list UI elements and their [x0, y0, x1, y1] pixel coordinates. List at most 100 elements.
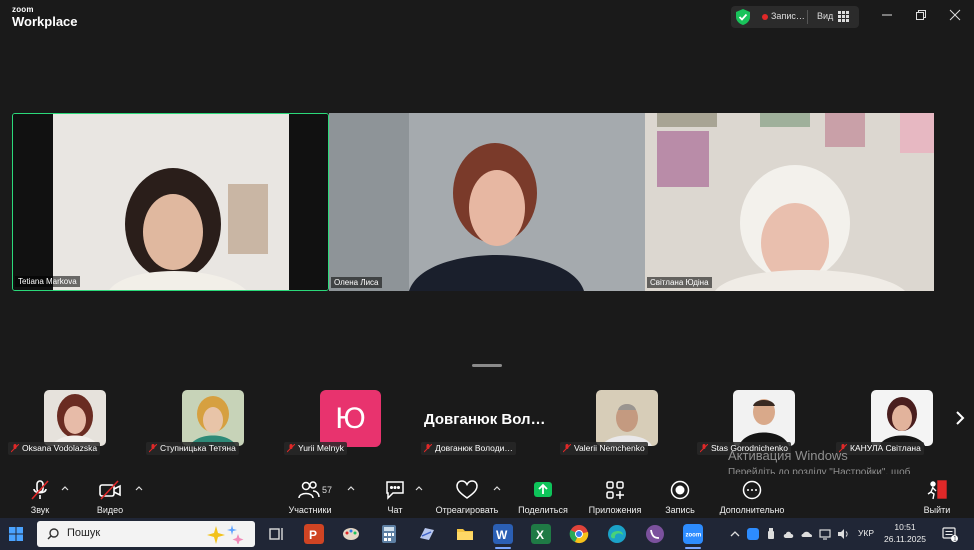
chevron-right-icon[interactable]: [954, 410, 966, 426]
chrome-icon[interactable]: [569, 524, 589, 544]
powerpoint-icon[interactable]: P: [304, 524, 324, 544]
app-icon[interactable]: [417, 524, 437, 544]
svg-text:X: X: [536, 528, 544, 542]
mic-muted-icon: [563, 444, 571, 453]
minimize-icon[interactable]: [880, 8, 894, 22]
video-tile-active-speaker[interactable]: Tetiana Markova: [12, 113, 329, 291]
participant-name-no-video[interactable]: Довганюк Вол…: [424, 411, 546, 428]
mic-muted-icon: [287, 444, 295, 453]
network-icon[interactable]: [819, 528, 831, 540]
zoom-app-icon[interactable]: zoom: [683, 524, 703, 544]
search-placeholder: Пошук: [67, 527, 101, 539]
thumbnail-name-label: Ступницька Тетяна: [146, 442, 239, 455]
participant-video: [596, 390, 658, 446]
thumbnail-name-label: Valerii Nemchenko: [560, 442, 648, 455]
video-button[interactable]: Видео: [93, 480, 127, 515]
share-screen-icon: [534, 482, 552, 497]
thumbnail-name-label: Oksana Vodolazska: [8, 442, 101, 455]
more-button[interactable]: Дополнительно: [716, 480, 788, 515]
onedrive-icon[interactable]: [801, 528, 813, 540]
participant-video: [13, 114, 328, 290]
meeting-status-pill: Запис… Вид: [731, 6, 859, 28]
excel-icon[interactable]: X: [531, 524, 551, 544]
chevron-up-icon[interactable]: [61, 485, 69, 491]
chevron-up-icon[interactable]: [493, 485, 501, 491]
viber-icon[interactable]: [645, 524, 665, 544]
system-clock[interactable]: 10:51 26.11.2025: [880, 521, 930, 545]
word-icon[interactable]: W: [493, 524, 513, 544]
taskbar-search[interactable]: Пошук: [37, 521, 255, 547]
leave-button[interactable]: Выйти: [921, 480, 953, 515]
apps-button[interactable]: Приложения: [585, 480, 645, 515]
recording-label[interactable]: Запис…: [771, 11, 805, 21]
security-shield-icon[interactable]: [736, 9, 750, 25]
mic-muted-icon: [149, 444, 157, 453]
restore-icon[interactable]: [914, 8, 928, 22]
notifications-icon[interactable]: 1: [942, 526, 958, 542]
video-tile[interactable]: Світлана Юдіна: [645, 113, 934, 291]
participant-video: [329, 113, 645, 291]
participant-name-label: Олена Лиса: [331, 277, 382, 288]
meeting-toolbar: Звук Видео Участники 57 Чат Отреагироват…: [0, 474, 974, 518]
mic-muted-icon: [424, 444, 432, 453]
participants-icon: [298, 481, 320, 499]
share-button[interactable]: Поделиться: [516, 480, 570, 515]
windows-start-icon[interactable]: [9, 527, 23, 541]
participant-video: [733, 390, 795, 446]
react-button[interactable]: Отреагировать: [433, 480, 501, 515]
zoom-tray-icon[interactable]: [747, 528, 759, 540]
windows-taskbar: Пошук P W X zoom УКР 10:51 26.11.2025 1: [0, 518, 974, 550]
video-tile[interactable]: Олена Лиса: [329, 113, 645, 291]
chevron-up-icon[interactable]: [729, 528, 741, 540]
resize-handle[interactable]: [472, 364, 502, 367]
title-bar: zoom Workplace Запис… Вид: [0, 0, 974, 34]
participant-video: [44, 390, 106, 446]
usb-icon[interactable]: [765, 528, 777, 540]
paint-icon[interactable]: [341, 524, 361, 544]
participant-video: [182, 390, 244, 446]
mic-muted-icon: [31, 480, 49, 500]
participant-name-label: Tetiana Markova: [15, 276, 80, 287]
clock-date: 26.11.2025: [884, 534, 926, 544]
svg-text:W: W: [496, 528, 508, 542]
input-language[interactable]: УКР: [858, 528, 874, 538]
divider: [807, 10, 808, 24]
audio-button[interactable]: Звук: [25, 480, 55, 515]
task-view-icon[interactable]: [266, 524, 286, 544]
thumbnail-video[interactable]: [596, 390, 658, 446]
leave-icon: [927, 480, 947, 500]
calculator-icon[interactable]: [379, 524, 399, 544]
recording-dot-icon: [762, 14, 768, 20]
thumbnail-video[interactable]: [182, 390, 244, 446]
camera-off-icon: [99, 480, 121, 500]
avatar-initial[interactable]: Ю: [320, 390, 381, 447]
apps-icon: [606, 481, 624, 499]
grid-view-icon[interactable]: [838, 11, 849, 22]
thumbnail-name-label: Довганюк Володи…: [421, 442, 516, 455]
speaker-icon[interactable]: [837, 528, 849, 540]
zoom-logo: zoom Workplace: [12, 6, 78, 29]
participant-video: [871, 390, 933, 446]
record-button[interactable]: Запись: [661, 480, 699, 515]
mic-muted-icon: [11, 444, 19, 453]
thumbnail-video[interactable]: [733, 390, 795, 446]
chevron-up-icon[interactable]: [415, 485, 423, 491]
record-icon: [670, 480, 690, 500]
chevron-up-icon[interactable]: [347, 485, 355, 491]
chat-button[interactable]: Чат: [382, 480, 408, 515]
clock-time: 10:51: [894, 522, 916, 532]
active-app-indicator: [495, 547, 511, 549]
chat-icon: [386, 481, 404, 500]
search-icon: [47, 528, 59, 540]
file-explorer-icon[interactable]: [455, 524, 475, 544]
thumbnail-video[interactable]: [44, 390, 106, 446]
svg-text:P: P: [309, 528, 317, 542]
view-label[interactable]: Вид: [817, 11, 833, 21]
edge-icon[interactable]: [607, 524, 627, 544]
chevron-up-icon[interactable]: [135, 485, 143, 491]
close-icon[interactable]: [948, 8, 962, 22]
thumbnail-name-label: Yurii Melnyk: [284, 442, 347, 455]
thumbnail-video[interactable]: [871, 390, 933, 446]
mic-muted-icon: [700, 444, 708, 453]
cloud-icon[interactable]: [783, 528, 795, 540]
